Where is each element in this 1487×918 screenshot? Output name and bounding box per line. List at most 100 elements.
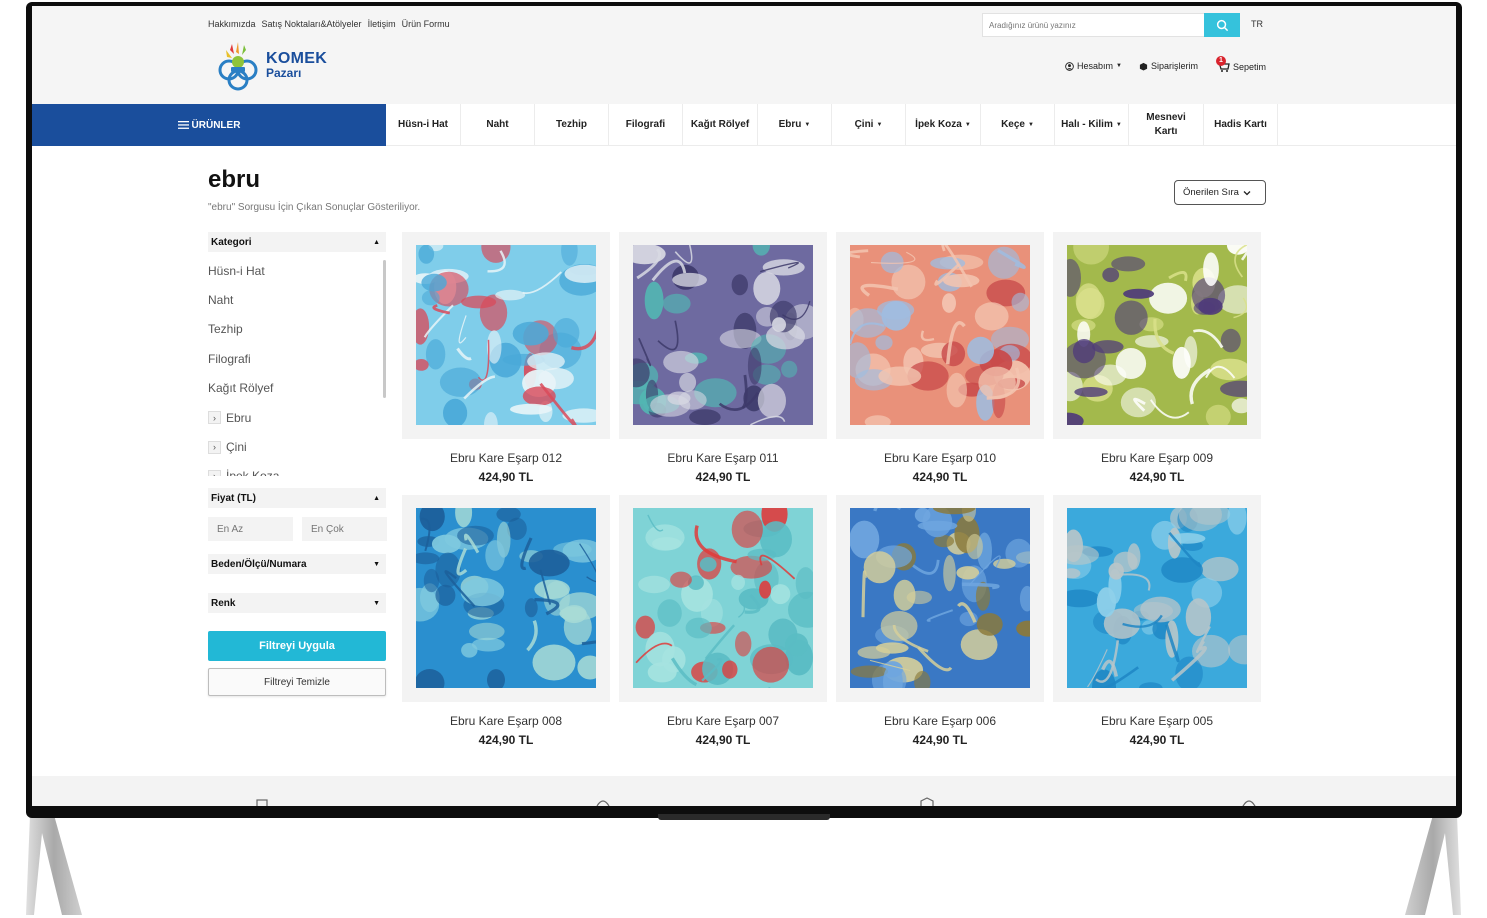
nav-item[interactable]: Keçe ▼ bbox=[981, 104, 1055, 146]
product-card[interactable]: Ebru Kare Eşarp 011 424,90 TL bbox=[619, 232, 827, 484]
product-image[interactable] bbox=[619, 232, 827, 439]
product-price: 424,90 TL bbox=[695, 470, 751, 484]
sort-select[interactable]: Önerilen Sıra bbox=[1174, 180, 1266, 205]
nav-item-label: Hadis Kartı bbox=[1214, 119, 1267, 130]
top-link-product-form[interactable]: Ürün Formu bbox=[402, 19, 450, 29]
nav-item[interactable]: Çini ▼ bbox=[832, 104, 906, 146]
tv-bottom-bar bbox=[658, 814, 830, 820]
product-card[interactable]: Ebru Kare Eşarp 006 424,90 TL bbox=[836, 495, 1044, 747]
chevron-right-icon[interactable]: › bbox=[208, 411, 221, 425]
nav-item[interactable]: Ebru ▼ bbox=[758, 104, 832, 146]
box-icon bbox=[1139, 62, 1148, 71]
nav-item[interactable]: Naht bbox=[461, 104, 535, 146]
nav-item-label: Kağıt Rölyef bbox=[690, 119, 750, 130]
product-image[interactable] bbox=[402, 495, 610, 702]
color-filter-header[interactable]: Renk ▼ bbox=[208, 593, 386, 613]
product-image[interactable] bbox=[836, 495, 1044, 702]
product-card[interactable]: Ebru Kare Eşarp 008 424,90 TL bbox=[402, 495, 610, 747]
product-name[interactable]: Ebru Kare Eşarp 008 bbox=[402, 714, 610, 728]
nav-item-label: Tezhip bbox=[556, 119, 587, 130]
product-name[interactable]: Ebru Kare Eşarp 010 bbox=[836, 451, 1044, 465]
orders-link[interactable]: Siparişlerim bbox=[1139, 61, 1198, 71]
website-screen: Hakkımızda Satış Noktaları&Atölyeler İle… bbox=[32, 6, 1456, 806]
nav-item[interactable]: Filografi bbox=[609, 104, 683, 146]
category-item[interactable]: › Ebru bbox=[208, 403, 386, 432]
product-name[interactable]: Ebru Kare Eşarp 006 bbox=[836, 714, 1044, 728]
user-icon bbox=[1065, 61, 1074, 71]
nav-item[interactable]: Kağıt Rölyef bbox=[683, 104, 758, 146]
nav-item[interactable]: İpek Koza ▼ bbox=[906, 104, 981, 146]
price-min-input[interactable] bbox=[208, 517, 293, 541]
marbled-scarf-image bbox=[1067, 508, 1247, 688]
category-label: Tezhip bbox=[208, 322, 243, 337]
product-card[interactable]: Ebru Kare Eşarp 012 424,90 TL bbox=[402, 232, 610, 484]
product-price: 424,90 TL bbox=[1129, 470, 1185, 484]
nav-item-label: Filografi bbox=[625, 119, 666, 130]
nav-item-label: Çini bbox=[854, 119, 874, 130]
nav-item[interactable]: Hadis Kartı bbox=[1204, 104, 1278, 146]
category-item[interactable]: Naht bbox=[208, 285, 386, 314]
account-menu[interactable]: Hesabım ▼ bbox=[1065, 61, 1122, 71]
top-link-about[interactable]: Hakkımızda bbox=[208, 19, 256, 29]
product-name[interactable]: Ebru Kare Eşarp 011 bbox=[619, 451, 827, 465]
nav-item[interactable]: Mesnevi Kartı bbox=[1129, 104, 1204, 146]
category-filter-header[interactable]: Kategori ▲ bbox=[208, 232, 386, 252]
orders-label: Siparişlerim bbox=[1151, 61, 1199, 71]
tv-stand-leg-right bbox=[1405, 815, 1461, 915]
category-item[interactable]: Hüsn-i Hat bbox=[208, 256, 386, 285]
product-image[interactable] bbox=[836, 232, 1044, 439]
product-image[interactable] bbox=[402, 232, 610, 439]
komek-logo-icon bbox=[218, 42, 258, 91]
category-label: Hüsn-i Hat bbox=[208, 263, 265, 278]
site-logo[interactable]: KOMEK Pazarı bbox=[214, 40, 344, 92]
product-image[interactable] bbox=[1053, 232, 1261, 439]
category-scrollbar[interactable] bbox=[383, 260, 386, 398]
chevron-right-icon[interactable]: › bbox=[208, 440, 221, 454]
search-button[interactable] bbox=[1204, 13, 1240, 37]
chevron-right-icon[interactable]: › bbox=[208, 469, 221, 476]
product-name[interactable]: Ebru Kare Eşarp 012 bbox=[402, 451, 610, 465]
chevron-up-icon: ▲ bbox=[373, 238, 380, 246]
nav-item-label: Ebru bbox=[778, 119, 802, 130]
logo-text: KOMEK Pazarı bbox=[266, 51, 327, 81]
marbled-scarf-image bbox=[416, 508, 596, 688]
category-item[interactable]: › İpek Koza bbox=[208, 462, 386, 476]
product-card[interactable]: Ebru Kare Eşarp 007 424,90 TL bbox=[619, 495, 827, 747]
apply-filter-button[interactable]: Filtreyi Uygula bbox=[208, 631, 386, 661]
category-item[interactable]: › Çini bbox=[208, 432, 386, 461]
search-input[interactable] bbox=[983, 14, 1203, 36]
tv-stand-leg-left bbox=[26, 815, 82, 915]
product-card[interactable]: Ebru Kare Eşarp 005 424,90 TL bbox=[1053, 495, 1261, 747]
top-link-stores[interactable]: Satış Noktaları&Atölyeler bbox=[262, 19, 362, 29]
price-filter-header[interactable]: Fiyat (TL) ▲ bbox=[208, 488, 386, 508]
top-links: Hakkımızda Satış Noktaları&Atölyeler İle… bbox=[208, 19, 450, 29]
clear-filter-button[interactable]: Filtreyi Temizle bbox=[208, 668, 386, 696]
nav-items: Hüsn-i Hat Naht Tezhip Filografi Kağıt Rölye… bbox=[386, 104, 1278, 146]
nav-item[interactable]: Halı - Kilim ▼ bbox=[1055, 104, 1129, 146]
price-filter-title: Fiyat (TL) bbox=[211, 492, 256, 504]
language-selector[interactable]: TR bbox=[1251, 19, 1263, 29]
product-card[interactable]: Ebru Kare Eşarp 010 424,90 TL bbox=[836, 232, 1044, 484]
chevron-down-icon: ▼ bbox=[373, 560, 380, 568]
product-name[interactable]: Ebru Kare Eşarp 009 bbox=[1053, 451, 1261, 465]
marbled-scarf-image bbox=[850, 245, 1030, 425]
products-menu-button[interactable]: ÜRÜNLER bbox=[32, 104, 386, 146]
product-image[interactable] bbox=[1053, 495, 1261, 702]
top-link-contact[interactable]: İletişim bbox=[368, 19, 396, 29]
nav-item[interactable]: Hüsn-i Hat bbox=[386, 104, 461, 146]
size-filter-title: Beden/Ölçü/Numara bbox=[211, 558, 307, 570]
page-title: ebru bbox=[208, 166, 261, 193]
nav-item-label: Halı - Kilim bbox=[1061, 119, 1113, 130]
price-max-input[interactable] bbox=[302, 517, 387, 541]
product-name[interactable]: Ebru Kare Eşarp 007 bbox=[619, 714, 827, 728]
product-name[interactable]: Ebru Kare Eşarp 005 bbox=[1053, 714, 1261, 728]
category-item[interactable]: Tezhip bbox=[208, 315, 386, 344]
logo-subtitle: Pazarı bbox=[266, 66, 302, 80]
product-image[interactable] bbox=[619, 495, 827, 702]
category-item[interactable]: Kağıt Rölyef bbox=[208, 374, 386, 403]
category-item[interactable]: Filografi bbox=[208, 344, 386, 373]
size-filter-header[interactable]: Beden/Ölçü/Numara ▼ bbox=[208, 554, 386, 574]
nav-item[interactable]: Tezhip bbox=[535, 104, 609, 146]
product-card[interactable]: Ebru Kare Eşarp 009 424,90 TL bbox=[1053, 232, 1261, 484]
chevron-down-icon: ▼ bbox=[876, 122, 883, 128]
